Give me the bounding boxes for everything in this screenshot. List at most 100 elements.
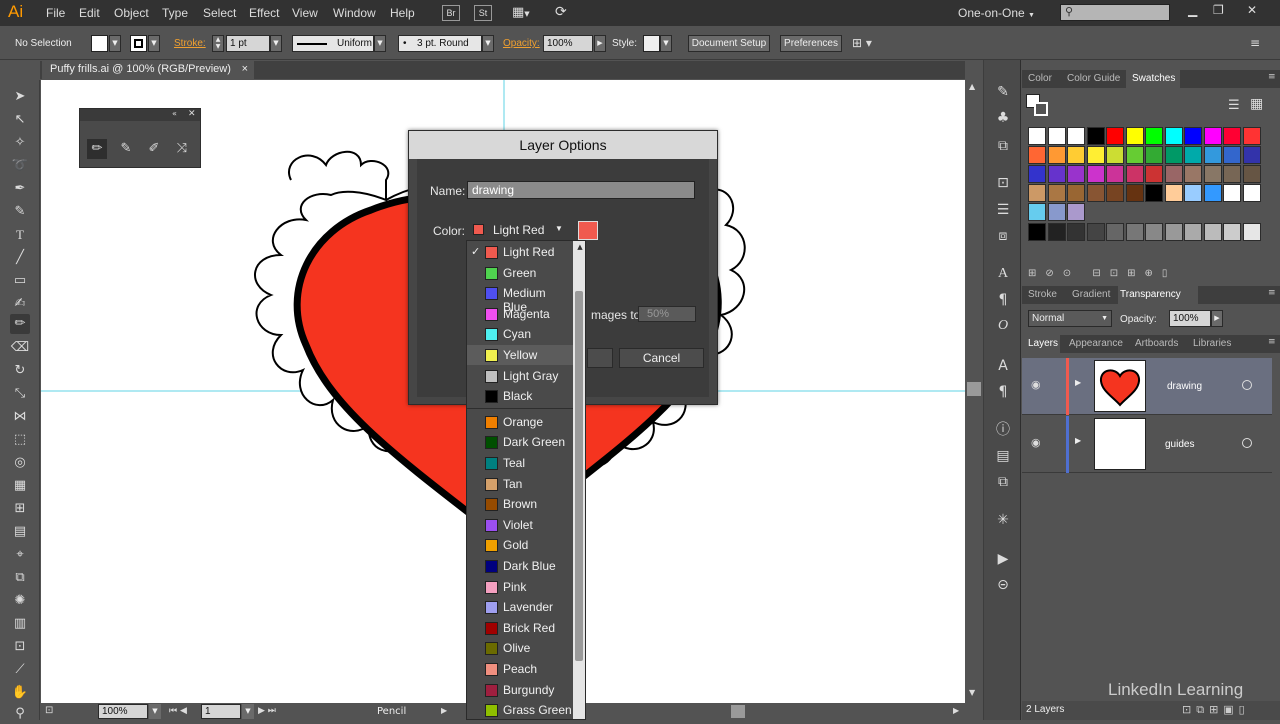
brush-dropdown[interactable]: ▼ [482,35,494,52]
ok-button[interactable] [587,348,613,368]
swatches-menu-icon[interactable]: ≡ [1268,72,1276,82]
opacity-field[interactable]: 100% [543,35,593,52]
layer-name[interactable]: guides [1165,439,1194,450]
target-circle-icon[interactable] [1242,438,1252,448]
swatch-cell[interactable] [1125,223,1144,241]
swatch-cell[interactable] [1125,165,1144,183]
layers-menu-icon[interactable]: ≡ [1268,337,1276,347]
swatch-cell[interactable] [1203,146,1222,164]
swatch-cell[interactable] [1106,165,1124,183]
character-styles-icon[interactable]: A [993,356,1013,376]
pen-tool-icon[interactable]: ✒ [10,179,30,199]
swatch-cell[interactable] [1223,146,1241,164]
swatch-cell[interactable] [1067,223,1085,241]
swatch-cell[interactable] [1028,203,1046,221]
transparency-opacity-field[interactable]: 100% [1169,310,1211,327]
stroke-weight-dropdown[interactable]: ▼ [270,35,282,52]
menu-window[interactable]: Window [333,6,376,20]
swatch-cell[interactable] [1028,184,1046,202]
minimize-icon[interactable]: ▁ [1188,3,1197,17]
swatch-cell[interactable] [1203,223,1222,241]
color-option-yellow[interactable]: Yellow [467,345,573,365]
color-option-burgundy[interactable]: Burgundy [467,680,573,700]
collapse-panel-icon[interactable]: « [172,109,177,118]
scale-tool-icon[interactable]: ⤡ [10,384,30,404]
workspace-switcher[interactable]: One-on-One ▼ [958,6,1035,20]
color-option-green[interactable]: Green [467,263,573,283]
color-option-cyan[interactable]: Cyan [467,324,573,344]
actions-play-icon[interactable]: ▶ [993,549,1013,569]
swatch-cell[interactable] [1242,223,1261,241]
smooth-tool-icon[interactable]: ✎ [116,139,136,159]
hand-tool-icon[interactable]: ✋ [10,683,30,703]
opentype-icon[interactable]: O [993,316,1013,336]
swatch-cell[interactable] [1145,146,1163,164]
blend-mode-select[interactable]: Normal ▼ [1028,310,1112,327]
rectangle-tool-icon[interactable]: ▭ [10,271,30,291]
expand-triangle-icon[interactable]: ▶ [1075,378,1081,387]
type-tool-icon[interactable]: T [10,225,30,245]
swatch-cell[interactable] [1086,223,1105,241]
list-view-icon[interactable]: ☰ [1228,98,1240,113]
restore-icon[interactable]: ❐ [1213,3,1224,17]
tab-swatches[interactable]: Swatches [1132,73,1175,84]
profile-dropdown[interactable]: ▼ [374,35,386,52]
vertical-scroll-thumb[interactable] [967,382,981,396]
magic-wand-tool-icon[interactable]: ✧ [10,133,30,153]
close-panel-icon[interactable]: ✕ [188,109,196,119]
tab-transparency[interactable]: Transparency [1120,289,1181,300]
graphic-styles-icon[interactable]: ⧉ [993,136,1013,156]
color-option-dark-green[interactable]: Dark Green [467,432,573,452]
close-icon[interactable]: ✕ [1247,3,1257,17]
navigator-icon[interactable]: ✳ [993,510,1013,530]
color-panel-icon[interactable]: ✎ [993,82,1013,102]
color-option-medium-blue[interactable]: Medium Blue [467,283,573,314]
mesh-tool-icon[interactable]: ⊞ [10,499,30,519]
swatch-cell[interactable] [1223,223,1241,241]
swatch-cell[interactable] [1106,184,1124,202]
fill-swatch[interactable] [91,35,108,52]
bridge-button[interactable]: Br [442,5,460,21]
document-tab[interactable]: Puffy frills.ai @ 100% (RGB/Preview) × [42,61,254,79]
list-scroll-thumb[interactable] [575,291,583,661]
swatch-cell[interactable] [1203,127,1222,145]
swatch-cell[interactable] [1164,146,1183,164]
shape-builder-tool-icon[interactable]: ◎ [10,453,30,473]
swatch-cell[interactable] [1184,184,1202,202]
color-option-pink[interactable]: Pink [467,577,573,597]
swatch-cell[interactable] [1067,127,1085,145]
swatch-cell[interactable] [1164,127,1183,145]
horizontal-scroll-thumb[interactable] [731,705,745,718]
color-option-black[interactable]: Black [467,386,573,406]
slice-tool-icon[interactable]: ⟋ [10,660,30,680]
artboard-number-field[interactable]: 1 [201,704,241,719]
character-icon[interactable]: A [993,264,1013,284]
swatch-cell[interactable] [1047,127,1066,145]
links-icon[interactable]: ⧉ [993,472,1013,492]
align-panel-icon[interactable]: ☰ [993,200,1013,220]
color-option-light-gray[interactable]: Light Gray [467,366,573,386]
swatch-cell[interactable] [1067,184,1085,202]
color-option-dark-blue[interactable]: Dark Blue [467,556,573,576]
swatch-cell[interactable] [1125,146,1144,164]
custom-color-swatch[interactable] [578,221,598,240]
path-eraser-icon[interactable]: ✐ [144,139,164,159]
swatch-cell[interactable] [1047,165,1066,183]
swatch-cell[interactable] [1164,223,1183,241]
swatch-cell[interactable] [1223,165,1241,183]
artboard-dropdown[interactable]: ▼ [242,704,254,719]
visibility-eye-icon[interactable]: ◉ [1031,378,1041,391]
blend-tool-icon[interactable]: ⧉ [10,568,30,588]
fill-dropdown[interactable]: ▼ [109,35,121,52]
artboard-tool-icon[interactable]: ⊡ [10,637,30,657]
menu-object[interactable]: Object [114,6,149,20]
pencil-tool-icon[interactable]: ✏ [10,314,30,334]
color-option-gold[interactable]: Gold [467,535,573,555]
expand-triangle-icon[interactable]: ▶ [1075,436,1081,445]
swatch-cell[interactable] [1145,165,1163,183]
tab-color[interactable]: Color [1028,73,1052,84]
symbol-sprayer-tool-icon[interactable]: ✺ [10,591,30,611]
preferences-button[interactable]: Preferences [780,35,842,52]
stroke-dropdown[interactable]: ▼ [148,35,160,52]
transparency-opacity-dropdown[interactable]: ▶ [1211,310,1223,327]
